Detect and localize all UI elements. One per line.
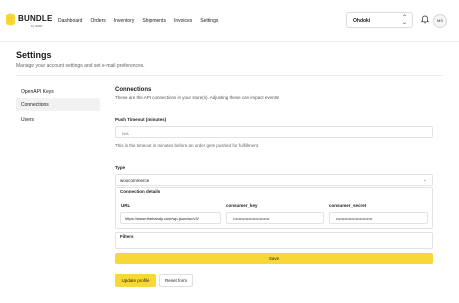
save-button[interactable]: Save: [115, 253, 433, 264]
consumer-secret-field[interactable]: ••••••••••••••••••••••••••: [329, 212, 428, 224]
brand-subtitle: by GRIP: [31, 24, 43, 28]
url-label: URL: [121, 203, 131, 208]
nav-item-dashboard[interactable]: Dashboard: [58, 18, 82, 24]
url-field[interactable]: https://www.thehandy.com/wp-json/wc/v3/: [120, 212, 221, 224]
section-title: Connections: [115, 87, 152, 93]
main-nav: Dashboard Orders Inventory Shipments Inv…: [58, 18, 218, 24]
consumer-key-label: consumer_key: [226, 203, 258, 208]
connection-details-label: Connection details: [120, 189, 161, 194]
update-profile-button[interactable]: Update profile: [115, 274, 156, 287]
push-timeout-label: Push Timeout (minutes): [115, 117, 167, 122]
chevron-down-icon: ⌄: [422, 177, 427, 183]
notification-bell-icon[interactable]: [420, 14, 430, 24]
nav-item-settings[interactable]: Settings: [200, 18, 218, 24]
type-select[interactable]: woocommerce ⌄: [115, 174, 433, 186]
chevron-up-down-icon: ⌃ ⌄: [401, 15, 407, 26]
nav-item-invoices[interactable]: Invoices: [174, 18, 192, 24]
page-subtitle: Manage your account settings and set e-m…: [16, 63, 145, 69]
store-select[interactable]: Ohdoki ⌃ ⌄: [346, 12, 413, 28]
sidebar-item-users[interactable]: Users: [16, 113, 100, 126]
section-subtitle: These are the API connections in your st…: [115, 95, 280, 100]
sidebar-item-connections[interactable]: Connections: [16, 98, 100, 111]
sidebar-item-openapi-keys[interactable]: OpenAPI Keys: [16, 85, 100, 98]
push-timeout-input[interactable]: [115, 126, 433, 138]
brand-name[interactable]: BUNDLE: [18, 14, 53, 23]
nav-item-shipments[interactable]: Shipments: [142, 18, 166, 24]
header-divider: [16, 75, 443, 76]
bundle-logo-icon[interactable]: [5, 13, 16, 26]
type-select-value: woocommerce: [120, 178, 150, 183]
consumer-key-field[interactable]: ••••••••••••••••••••••••••: [226, 212, 324, 224]
filters-label: Filters: [120, 234, 134, 239]
filters-box[interactable]: [115, 232, 433, 249]
store-select-value: Ohdoki: [353, 18, 371, 24]
reset-form-button[interactable]: Reset form: [159, 274, 193, 287]
consumer-secret-label: consumer_secret: [329, 203, 367, 208]
nav-item-inventory[interactable]: Inventory: [114, 18, 135, 24]
nav-item-orders[interactable]: Orders: [90, 18, 105, 24]
type-label: Type: [115, 165, 126, 170]
user-avatar[interactable]: MS: [433, 14, 447, 28]
top-navigation-bar: BUNDLE by GRIP Dashboard Orders Inventor…: [0, 0, 459, 42]
page-title: Settings: [16, 50, 52, 60]
push-timeout-helper: This is the timeout in minutes before an…: [115, 143, 260, 148]
